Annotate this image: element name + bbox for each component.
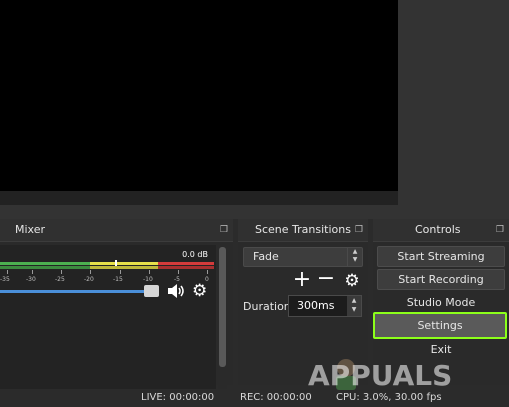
exit-button[interactable]: Exit <box>377 339 505 360</box>
tick-label: -10 <box>143 276 153 283</box>
cpu-fps-readout: CPU: 3.0%, 30.00 fps <box>336 392 442 403</box>
audio-meter-right <box>0 266 214 269</box>
speaker-icon[interactable] <box>166 282 186 300</box>
meter-scale: -35 -30 -25 -20 -15 -10 -5 0 <box>0 270 214 283</box>
dock-separator <box>0 205 509 219</box>
mixer-settings-gear-icon[interactable]: ⚙ <box>192 282 210 300</box>
start-recording-button[interactable]: Start Recording <box>377 269 505 290</box>
transition-properties-gear-icon[interactable]: ⚙ <box>342 271 362 291</box>
remove-transition-button[interactable]: − <box>316 268 336 291</box>
add-transition-button[interactable]: + <box>292 269 312 291</box>
duration-spinbox[interactable]: 300ms ▲ ▼ <box>288 295 362 317</box>
mixer-audio-source: 0.0 dB -35 -30 -25 -20 -15 -10 -5 0 ⚙ <box>0 245 216 395</box>
controls-title: Controls <box>415 223 461 236</box>
db-readout: 0.0 dB <box>182 250 208 259</box>
select-arrows-icon[interactable]: ▲ ▼ <box>347 248 362 266</box>
duration-value: 300ms <box>297 299 335 312</box>
mixer-scrollbar[interactable] <box>218 245 227 395</box>
tick-label: -25 <box>55 276 65 283</box>
spinbox-arrows-icon[interactable]: ▲ ▼ <box>347 296 361 316</box>
scene-transitions-dock: Scene Transitions ❒ Fade ▲ ▼ + − ⚙ Durati… <box>238 219 368 385</box>
transitions-dock-title-bar: Scene Transitions ❒ <box>238 219 368 242</box>
tick-label: -35 <box>0 276 10 283</box>
mixer-dock-title-bar: Mixer ❒ <box>0 219 233 242</box>
float-dock-icon[interactable]: ❒ <box>220 219 228 241</box>
duration-label: Duration <box>243 300 291 313</box>
controls-body: Start Streaming Start Recording Studio M… <box>373 242 509 385</box>
mixer-dock: Mixer ❒ 0.0 dB -35 -30 -25 -20 -15 -10 -… <box>0 219 233 395</box>
studio-mode-button[interactable]: Studio Mode <box>377 292 505 313</box>
volume-slider-track[interactable] <box>0 290 157 293</box>
preview-side-panel <box>398 0 509 205</box>
mixer-body: 0.0 dB -35 -30 -25 -20 -15 -10 -5 0 ⚙ <box>0 242 233 395</box>
preview-bottom-strip <box>0 191 398 205</box>
float-dock-icon[interactable]: ❒ <box>355 219 363 241</box>
volume-slider-handle[interactable] <box>144 285 159 297</box>
tick-label: -30 <box>26 276 36 283</box>
transition-selected-value: Fade <box>253 250 279 263</box>
transitions-body: Fade ▲ ▼ + − ⚙ Duration 300ms ▲ ▼ <box>238 242 368 385</box>
start-streaming-button[interactable]: Start Streaming <box>377 246 505 267</box>
tick-label: -15 <box>113 276 123 283</box>
controls-dock-title-bar: Controls ❒ <box>373 219 509 242</box>
mixer-title: Mixer <box>15 223 46 236</box>
float-dock-icon[interactable]: ❒ <box>496 219 504 241</box>
status-bar: LIVE: 00:00:00 REC: 00:00:00 CPU: 3.0%, … <box>0 389 509 407</box>
audio-meter-left <box>0 260 214 267</box>
transitions-title: Scene Transitions <box>255 223 351 236</box>
controls-dock: Controls ❒ Start Streaming Start Recordi… <box>373 219 509 385</box>
live-timer: LIVE: 00:00:00 <box>141 392 215 403</box>
transition-select[interactable]: Fade ▲ ▼ <box>243 247 363 267</box>
settings-button[interactable]: Settings <box>373 312 507 339</box>
rec-timer: REC: 00:00:00 <box>240 392 312 403</box>
preview-canvas <box>0 0 398 191</box>
scrollbar-thumb[interactable] <box>219 247 226 367</box>
tick-label: -20 <box>84 276 94 283</box>
